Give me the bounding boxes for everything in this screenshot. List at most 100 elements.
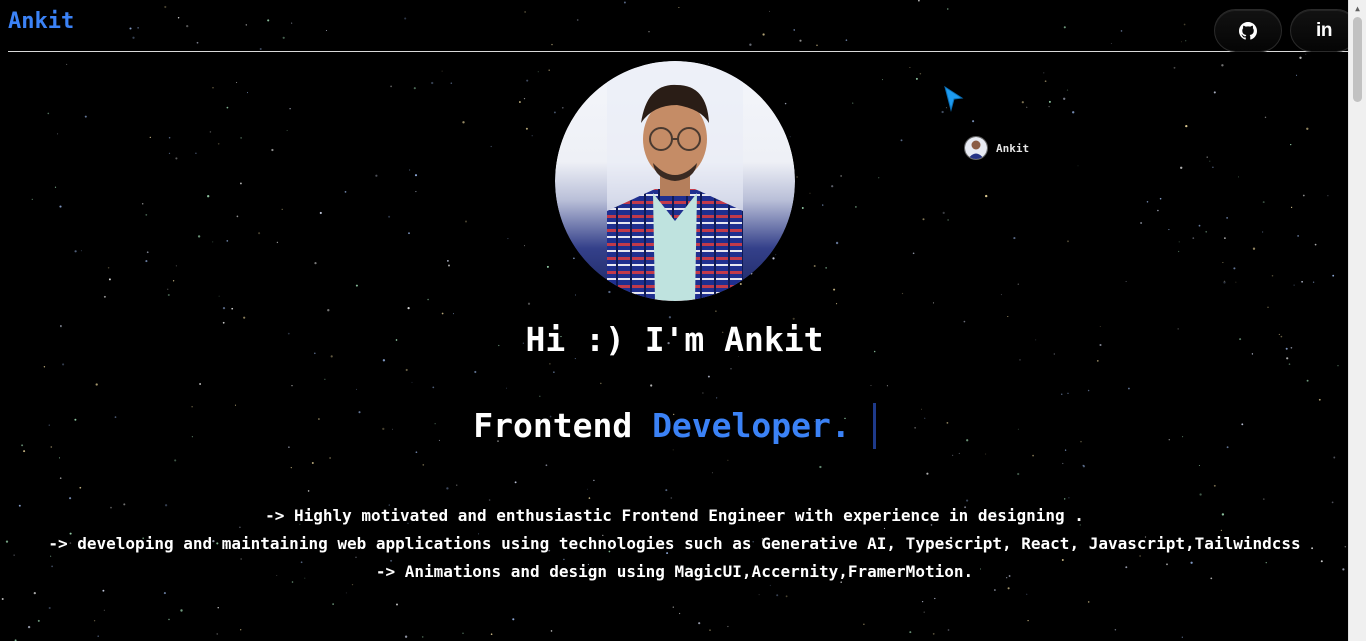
star <box>175 157 178 160</box>
star <box>932 302 935 304</box>
star <box>490 145 492 148</box>
star <box>1198 224 1201 227</box>
star <box>1212 166 1214 168</box>
star <box>550 630 553 632</box>
typing-caret <box>872 403 876 449</box>
star <box>103 609 105 611</box>
star <box>1066 89 1069 91</box>
about-line: -> Highly motivated and enthusiastic Fro… <box>265 506 1084 525</box>
star <box>1267 306 1269 309</box>
star <box>923 611 925 613</box>
star <box>1168 229 1170 231</box>
star <box>1223 281 1226 284</box>
star <box>668 316 672 319</box>
star <box>852 102 854 104</box>
star <box>799 39 802 42</box>
star <box>1185 124 1188 128</box>
following-cursor-label: Ankit <box>964 136 1029 160</box>
star <box>915 77 918 80</box>
star <box>1087 389 1090 392</box>
star <box>919 72 922 75</box>
star <box>947 219 949 221</box>
star <box>1064 498 1066 500</box>
star <box>845 39 848 41</box>
star <box>1 598 4 600</box>
star <box>833 288 836 291</box>
star <box>226 106 229 109</box>
star <box>408 232 410 235</box>
star <box>168 618 170 621</box>
star <box>707 375 710 378</box>
star <box>149 136 151 139</box>
star <box>836 303 838 305</box>
star <box>576 19 579 21</box>
star <box>405 368 408 372</box>
star <box>523 98 526 100</box>
star <box>972 120 975 123</box>
star <box>1077 165 1079 167</box>
hero-greeting: Hi :) I'm Ankit <box>525 320 824 359</box>
star <box>855 206 857 208</box>
scroll-up-arrow-icon[interactable]: ▲ <box>1349 0 1366 17</box>
star <box>546 265 549 268</box>
brand-logo-link[interactable]: Ankit <box>8 9 74 34</box>
star <box>1198 464 1200 467</box>
scrollbar-thumb[interactable] <box>1353 17 1362 102</box>
star <box>222 306 226 310</box>
star <box>281 208 283 211</box>
star <box>1007 316 1009 317</box>
star <box>985 453 987 455</box>
star <box>561 106 564 109</box>
star <box>447 260 449 262</box>
star <box>531 135 533 137</box>
star <box>1019 359 1021 361</box>
star <box>1290 206 1293 209</box>
star <box>1206 156 1208 158</box>
star <box>102 589 105 592</box>
star <box>921 600 924 603</box>
star <box>784 102 787 105</box>
star <box>462 632 464 634</box>
github-button[interactable] <box>1214 9 1282 52</box>
star <box>1043 72 1045 74</box>
star <box>507 238 509 240</box>
star <box>514 481 517 484</box>
star <box>1017 283 1020 285</box>
star <box>1157 209 1159 212</box>
star <box>934 597 936 600</box>
star <box>59 205 62 208</box>
star <box>796 176 798 178</box>
star <box>355 284 358 287</box>
star <box>670 497 673 499</box>
star <box>600 382 602 385</box>
profile-avatar <box>555 61 795 301</box>
star <box>1305 53 1307 55</box>
star <box>66 63 68 65</box>
star <box>678 6 680 9</box>
star <box>1332 274 1335 277</box>
vertical-scrollbar[interactable]: ▲ <box>1348 0 1366 641</box>
star <box>901 292 904 295</box>
star <box>524 11 526 13</box>
star <box>512 618 515 621</box>
star <box>164 5 167 9</box>
hero-about: -> Highly motivated and enthusiastic Fro… <box>0 502 1349 586</box>
star <box>785 595 788 598</box>
star <box>246 92 249 94</box>
star <box>1337 365 1339 367</box>
star <box>172 280 175 282</box>
star <box>912 252 915 255</box>
star <box>382 359 386 362</box>
star <box>1297 235 1299 237</box>
star <box>490 633 493 636</box>
star <box>448 264 450 267</box>
star <box>311 462 314 464</box>
star <box>870 384 872 387</box>
star <box>813 265 816 267</box>
star <box>1233 267 1236 270</box>
star <box>166 288 169 291</box>
star <box>1096 359 1099 362</box>
star <box>922 218 925 221</box>
star <box>231 307 234 310</box>
star <box>427 298 429 301</box>
